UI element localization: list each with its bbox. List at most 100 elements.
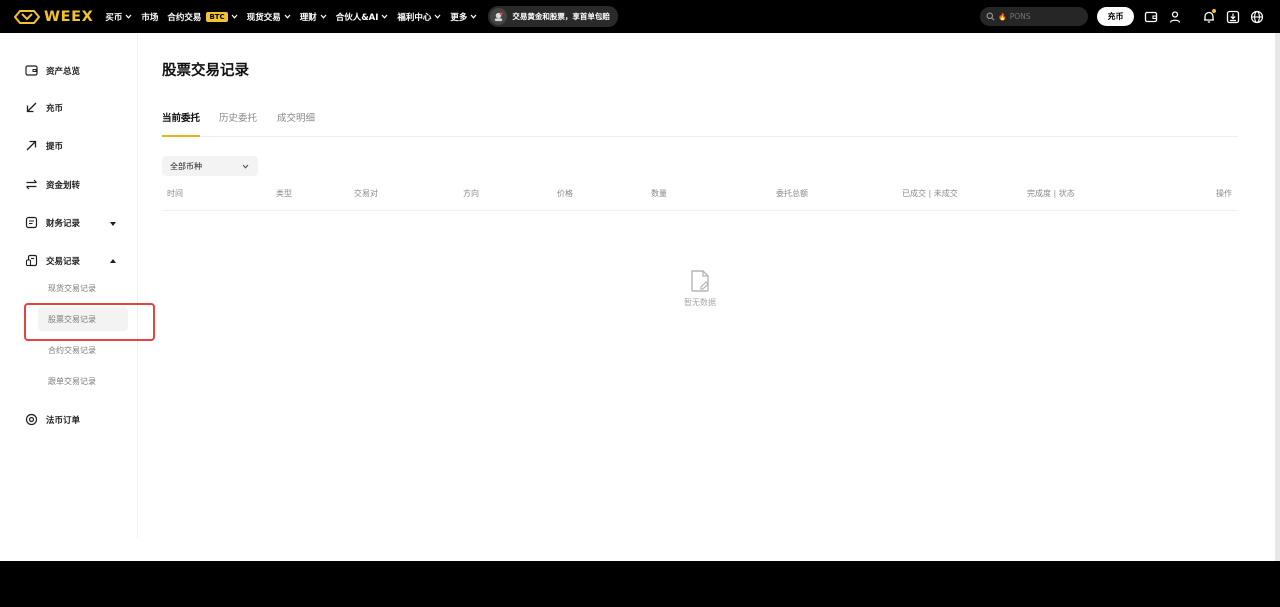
sidebar-item-deposit[interactable]: 充币 [25, 101, 63, 114]
sidebar-item-label: 法币订单 [46, 415, 81, 426]
globe-icon[interactable] [1249, 9, 1264, 24]
sidebar-subitem-copy-trade-records[interactable]: 跟单交易记录 [48, 376, 96, 387]
promo-avatar-icon [490, 8, 508, 25]
coin-filter-select[interactable]: 全部币种 [162, 156, 258, 176]
tab-label: 成交明细 [277, 113, 316, 124]
chevron-down-icon [242, 164, 249, 169]
empty-state-text: 暂无数据 [684, 298, 716, 307]
caret-up-icon[interactable] [110, 259, 116, 263]
sidebar-subitem-stock-records[interactable]: 股票交易记录 [48, 314, 96, 325]
column-header-time: 时间 [167, 189, 183, 198]
column-header-pair: 交易对 [354, 189, 378, 198]
nav-label: 买币 [105, 12, 123, 23]
notification-dot [1212, 9, 1216, 13]
nav-label: 更多 [450, 12, 468, 23]
btc-badge: BTC [206, 11, 228, 22]
promo-text: 交易黄金和股票，享首单包赔 [512, 12, 610, 21]
tab-order-history[interactable]: 历史委托 [219, 110, 257, 137]
sidebar-item-fiat-orders[interactable]: 法币订单 [25, 413, 80, 426]
sidebar-item-assets-overview[interactable]: 资产总览 [25, 64, 80, 77]
nav-futures[interactable]: 合约交易 BTC [167, 11, 238, 23]
sidebar-item-withdraw[interactable]: 提币 [25, 139, 63, 152]
sidebar-subitem-futures-records[interactable]: 合约交易记录 [48, 345, 96, 356]
column-header-direction: 方向 [463, 189, 479, 198]
bell-icon[interactable] [1201, 9, 1216, 24]
records-icon [25, 254, 38, 267]
tab-trade-details[interactable]: 成交明细 [277, 110, 315, 137]
wallet-icon [25, 65, 38, 76]
sidebar-item-financial-records[interactable]: 财务记录 [25, 216, 80, 229]
arrow-up-right-icon [26, 140, 37, 151]
chevron-down-icon [470, 14, 477, 19]
top-navbar: WEEX 买币 市场 合约交易 BTC 现货交易 理财 合伙人&AI 福利中心 [0, 0, 1280, 33]
nav-partner-ai[interactable]: 合伙人&AI [336, 11, 389, 23]
fiat-icon [25, 413, 38, 426]
empty-document-icon [691, 270, 709, 292]
download-icon[interactable] [1225, 9, 1240, 24]
nav-rewards[interactable]: 福利中心 [397, 11, 441, 23]
nav-earn[interactable]: 理财 [300, 11, 327, 23]
sidebar-item-label: 提币 [46, 141, 64, 152]
tab-label: 历史委托 [219, 113, 258, 124]
chevron-down-icon [434, 14, 441, 19]
sidebar-item-label: 财务记录 [46, 218, 81, 229]
weex-logo-icon [14, 9, 40, 24]
wallet-icon[interactable] [1143, 9, 1158, 24]
nav-market[interactable]: 市场 [141, 11, 158, 23]
nav-buy-crypto[interactable]: 买币 [105, 11, 132, 23]
column-header-total: 委托总额 [776, 189, 808, 198]
nav-label: 福利中心 [397, 12, 432, 23]
column-header-quantity: 数量 [651, 189, 667, 198]
sidebar-item-label: 充币 [46, 103, 64, 114]
sidebar-item-label: 资金划转 [46, 180, 81, 191]
search-box[interactable]: 🔥 [980, 7, 1088, 26]
bottom-black-area [0, 561, 1280, 607]
sidebar-item-label: 资产总览 [46, 66, 81, 77]
order-tabs: 当前委托 历史委托 成交明细 [162, 110, 1238, 137]
page-scrollbar[interactable] [1275, 33, 1280, 561]
fire-icon: 🔥 [998, 12, 1007, 21]
chevron-down-icon [125, 14, 132, 19]
page-title: 股票交易记录 [162, 63, 249, 79]
sidebar-item-label: 交易记录 [46, 256, 81, 267]
chevron-down-icon [284, 14, 291, 19]
search-input[interactable] [1009, 12, 1080, 21]
nav-label: 合约交易 [167, 12, 202, 23]
sidebar-item-trade-records[interactable]: 交易记录 [25, 254, 80, 267]
promo-banner[interactable]: 交易黄金和股票，享首单包赔 [488, 6, 618, 27]
deposit-button[interactable]: 充币 [1097, 7, 1134, 26]
column-header-actions: 操作 [1216, 189, 1232, 198]
nav-label: 理财 [299, 12, 317, 23]
user-icon[interactable] [1167, 9, 1182, 24]
chevron-down-icon [231, 14, 238, 19]
chevron-down-icon [381, 14, 388, 19]
coin-filter-value: 全部币种 [170, 161, 202, 171]
empty-state: 暂无数据 [680, 269, 720, 308]
transfer-icon [26, 179, 37, 190]
main-nav: 买币 市场 合约交易 BTC 现货交易 理财 合伙人&AI 福利中心 更多 交易… [105, 0, 618, 33]
main-content-area: 资产总览 充币 提币 资金划转 财务记录 交易记录 现货交易记录 股票交易记录 … [0, 33, 1275, 561]
weex-logo[interactable]: WEEX [14, 0, 93, 33]
sidebar-item-transfer[interactable]: 资金划转 [25, 178, 80, 191]
caret-down-icon[interactable] [110, 222, 116, 226]
arrow-down-left-icon [26, 102, 37, 113]
active-tab-underline [162, 135, 200, 137]
nav-label: 合伙人&AI [335, 12, 379, 23]
brand-name: WEEX [44, 8, 94, 25]
nav-label: 现货交易 [246, 12, 281, 23]
column-header-type: 类型 [276, 189, 292, 198]
tab-label: 当前委托 [162, 113, 201, 124]
account-sidebar: 资产总览 充币 提币 资金划转 财务记录 交易记录 现货交易记录 股票交易记录 … [0, 33, 155, 538]
sidebar-subitem-spot-records[interactable]: 现货交易记录 [48, 283, 96, 294]
chevron-down-icon [320, 14, 327, 19]
document-icon [25, 216, 38, 229]
tab-current-orders[interactable]: 当前委托 [162, 110, 200, 137]
column-header-filled-unfilled: 已成交 | 未成交 [902, 189, 958, 198]
nav-spot[interactable]: 现货交易 [247, 11, 291, 23]
search-icon [986, 12, 995, 21]
column-header-progress-status: 完成度 | 状态 [1027, 189, 1075, 198]
orders-table-header: 时间 类型 交易对 方向 价格 数量 委托总额 已成交 | 未成交 完成度 | … [162, 183, 1238, 211]
nav-more[interactable]: 更多 [450, 11, 477, 23]
column-header-price: 价格 [557, 189, 573, 198]
nav-label: 市场 [141, 12, 159, 23]
